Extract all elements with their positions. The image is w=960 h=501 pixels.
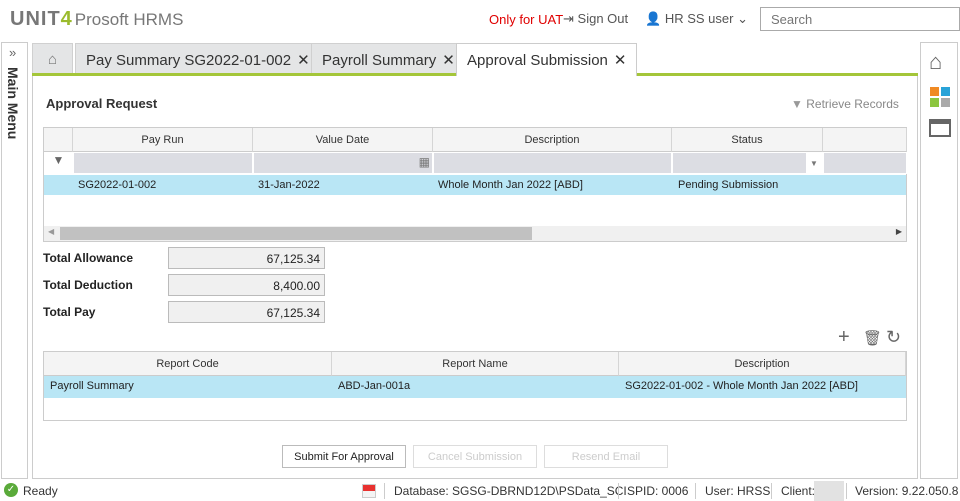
status-filter[interactable]: ▼ bbox=[672, 152, 823, 174]
total-deduction-field: 8,400.00 bbox=[168, 274, 325, 296]
tab-payroll-summary[interactable]: Payroll Summary ✕ bbox=[311, 43, 466, 73]
chevron-down-icon[interactable]: ▼ bbox=[806, 153, 822, 173]
home-icon: ⌂ bbox=[47, 51, 58, 68]
main-menu-label: Main Menu bbox=[5, 67, 21, 140]
column-header[interactable]: Value Date bbox=[253, 128, 433, 152]
table-row[interactable]: Payroll Summary ABD-Jan-001a SG2022-01-0… bbox=[44, 376, 906, 398]
column-header[interactable]: Report Code bbox=[44, 352, 332, 376]
sign-out-icon: ⇥ bbox=[563, 11, 574, 26]
column-header[interactable]: Pay Run bbox=[73, 128, 253, 152]
column-header[interactable]: Description bbox=[433, 128, 672, 152]
total-pay-label: Total Pay bbox=[43, 305, 96, 319]
pay-run-filter[interactable] bbox=[73, 152, 253, 174]
home-icon[interactable]: ⌂ bbox=[929, 49, 942, 75]
column-header[interactable]: Report Name bbox=[332, 352, 619, 376]
tab-approval-submission[interactable]: Approval Submission ✕ bbox=[456, 43, 638, 76]
close-icon[interactable]: ✕ bbox=[614, 52, 627, 69]
description-filter[interactable] bbox=[433, 152, 672, 174]
singapore-flag-icon bbox=[362, 484, 376, 498]
trash-icon[interactable]: 🗑 bbox=[863, 329, 882, 347]
tab-bar: ⌂ Pay Summary SG2022-01-002 ✕ Payroll Sum… bbox=[32, 43, 918, 76]
table-row[interactable]: SG2022-01-002 31-Jan-2022 Whole Month Ja… bbox=[44, 175, 906, 195]
apps-icon[interactable] bbox=[930, 87, 950, 107]
tab-home[interactable]: ⌂ bbox=[32, 43, 73, 73]
total-allowance-label: Total Allowance bbox=[43, 251, 134, 265]
calendar-icon[interactable]: ▦ bbox=[419, 155, 430, 169]
total-allowance-field: 67,125.34 bbox=[168, 247, 325, 269]
tab-pay-summary[interactable]: Pay Summary SG2022-01-002 ✕ bbox=[75, 43, 321, 73]
column-header[interactable]: Description bbox=[619, 352, 906, 376]
total-deduction-label: Total Deduction bbox=[43, 278, 133, 292]
client-value bbox=[814, 481, 844, 501]
sign-out-link[interactable]: ⇥ Sign Out bbox=[563, 11, 628, 27]
submit-for-approval-button[interactable]: Submit For Approval bbox=[282, 445, 406, 468]
search-input[interactable] bbox=[760, 7, 960, 31]
clear-filter-icon[interactable]: ▼ bbox=[44, 152, 73, 174]
right-toolbar: ⌂ bbox=[920, 42, 958, 479]
refresh-icon[interactable]: ↻ bbox=[886, 327, 901, 348]
chevron-down-icon: ⌄ bbox=[737, 11, 748, 26]
ready-icon: ✓ bbox=[4, 483, 18, 497]
resend-email-button[interactable]: Resend Email bbox=[544, 445, 668, 468]
filter-icon: ▼ bbox=[791, 97, 803, 111]
value-date-filter[interactable]: ▦ bbox=[253, 152, 433, 174]
scrollbar-thumb[interactable] bbox=[60, 227, 532, 240]
user-icon: 👤 bbox=[645, 11, 662, 26]
env-label: Only for UAT bbox=[489, 12, 564, 27]
total-pay-field: 67,125.34 bbox=[168, 301, 325, 323]
horizontal-scrollbar[interactable]: ◀ ▶ bbox=[44, 226, 906, 241]
section-title: Approval Request bbox=[46, 96, 158, 111]
unit4-logo: UNIT4 Prosoft HRMS bbox=[10, 8, 184, 30]
status-bar: ✓ Ready Database: SGSG-DBRND12D\PSData_S… bbox=[0, 481, 960, 501]
close-icon[interactable]: ✕ bbox=[297, 52, 310, 69]
expand-icon[interactable]: » bbox=[9, 45, 16, 60]
cancel-submission-button[interactable]: Cancel Submission bbox=[413, 445, 537, 468]
main-menu-sidebar[interactable]: » Main Menu bbox=[1, 42, 28, 479]
window-icon[interactable] bbox=[929, 119, 951, 137]
user-menu[interactable]: 👤 HR SS user ⌄ bbox=[645, 11, 748, 27]
report-grid: Report Code Report Name Description Payr… bbox=[43, 351, 907, 421]
column-header[interactable]: Status bbox=[672, 128, 823, 152]
retrieve-records-button[interactable]: ▼ Retrieve Records bbox=[791, 97, 899, 111]
close-icon[interactable]: ✕ bbox=[442, 52, 455, 69]
add-icon[interactable]: + bbox=[838, 326, 850, 349]
approval-request-grid: Pay Run Value Date Description Status ▼ … bbox=[43, 127, 907, 242]
